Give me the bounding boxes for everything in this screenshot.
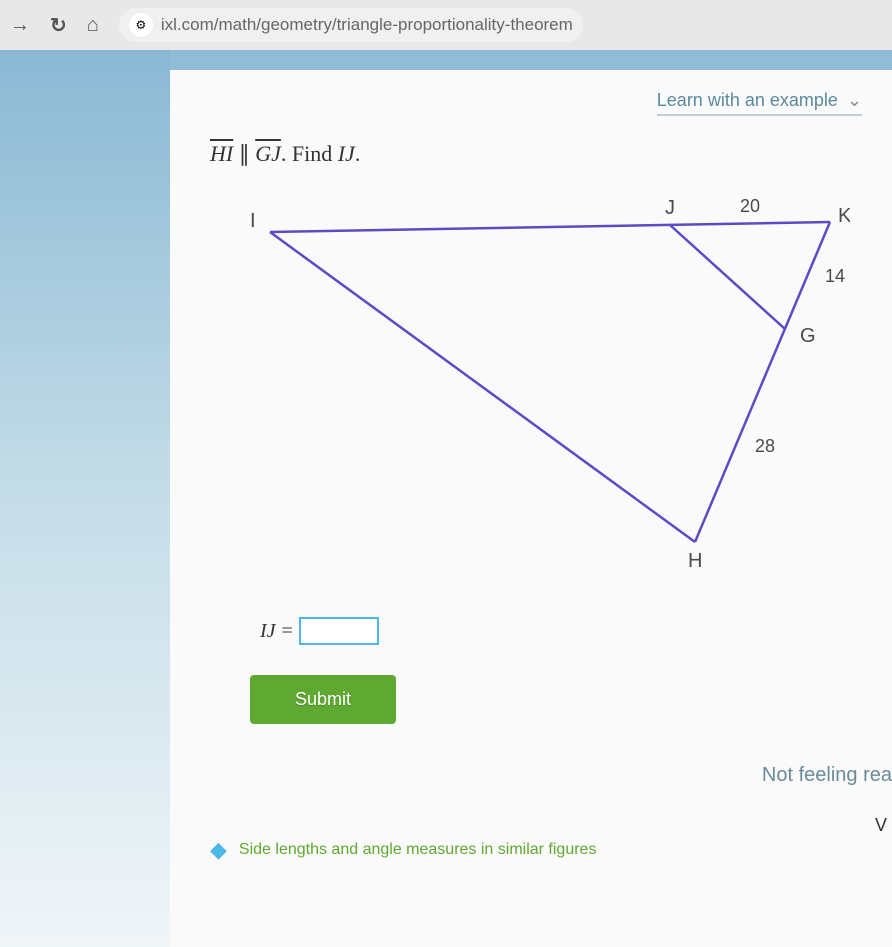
chevron-down-icon: ⌄ bbox=[847, 90, 862, 110]
segment-gj: GJ bbox=[255, 141, 281, 166]
vertex-j: J bbox=[665, 197, 675, 219]
related-skill-link[interactable]: Side lengths and angle measures in simil… bbox=[239, 841, 597, 859]
target-segment: IJ bbox=[338, 141, 355, 166]
learn-example-link[interactable]: Learn with an example ⌄ bbox=[657, 90, 862, 116]
vertex-i: I bbox=[250, 210, 256, 232]
learn-example-row: Learn with an example ⌄ bbox=[210, 90, 892, 111]
equals-sign: = bbox=[282, 620, 293, 643]
diamond-icon: ◆ bbox=[210, 837, 227, 863]
url-text: ixl.com/math/geometry/triangle-proportio… bbox=[161, 15, 573, 35]
learn-example-label: Learn with an example bbox=[657, 90, 838, 110]
not-feeling-ready[interactable]: Not feeling rea bbox=[210, 764, 892, 787]
vertex-k: K bbox=[838, 205, 850, 227]
segment-hi: HI bbox=[210, 141, 233, 166]
side-jk: 20 bbox=[740, 196, 760, 216]
problem-panel: Learn with an example ⌄ HI ∥ GJ. Find IJ… bbox=[170, 70, 892, 947]
truncated-char: V bbox=[875, 815, 887, 836]
line-ik bbox=[270, 222, 830, 232]
browser-toolbar: → ↻ ⌂ ⚙ ixl.com/math/geometry/triangle-p… bbox=[0, 0, 892, 50]
home-icon[interactable]: ⌂ bbox=[87, 14, 99, 37]
site-settings-icon[interactable]: ⚙ bbox=[129, 13, 153, 37]
answer-label: IJ bbox=[260, 620, 276, 643]
triangle-diagram: I J K G H 20 14 28 bbox=[210, 192, 850, 592]
url-bar[interactable]: ⚙ ixl.com/math/geometry/triangle-proport… bbox=[119, 8, 583, 42]
reload-icon[interactable]: ↻ bbox=[50, 13, 67, 38]
problem-statement: HI ∥ GJ. Find IJ. bbox=[210, 141, 892, 167]
related-link-row: ◆ Side lengths and angle measures in sim… bbox=[210, 837, 892, 863]
line-jg bbox=[670, 225, 785, 329]
submit-button[interactable]: Submit bbox=[250, 675, 396, 724]
left-background bbox=[0, 50, 170, 947]
diagram-svg: I J K G H 20 14 28 bbox=[210, 192, 850, 592]
answer-row: IJ = bbox=[260, 617, 892, 645]
instruction-text: . Find bbox=[281, 141, 338, 166]
answer-input[interactable] bbox=[299, 617, 379, 645]
line-kh bbox=[695, 222, 830, 542]
vertex-g: G bbox=[800, 325, 816, 347]
forward-icon[interactable]: → bbox=[10, 14, 30, 37]
line-hi bbox=[270, 232, 695, 542]
vertex-h: H bbox=[688, 550, 702, 572]
parallel-symbol: ∥ bbox=[239, 141, 250, 166]
period: . bbox=[355, 141, 361, 166]
side-gh: 28 bbox=[755, 436, 775, 456]
side-kg: 14 bbox=[825, 266, 845, 286]
